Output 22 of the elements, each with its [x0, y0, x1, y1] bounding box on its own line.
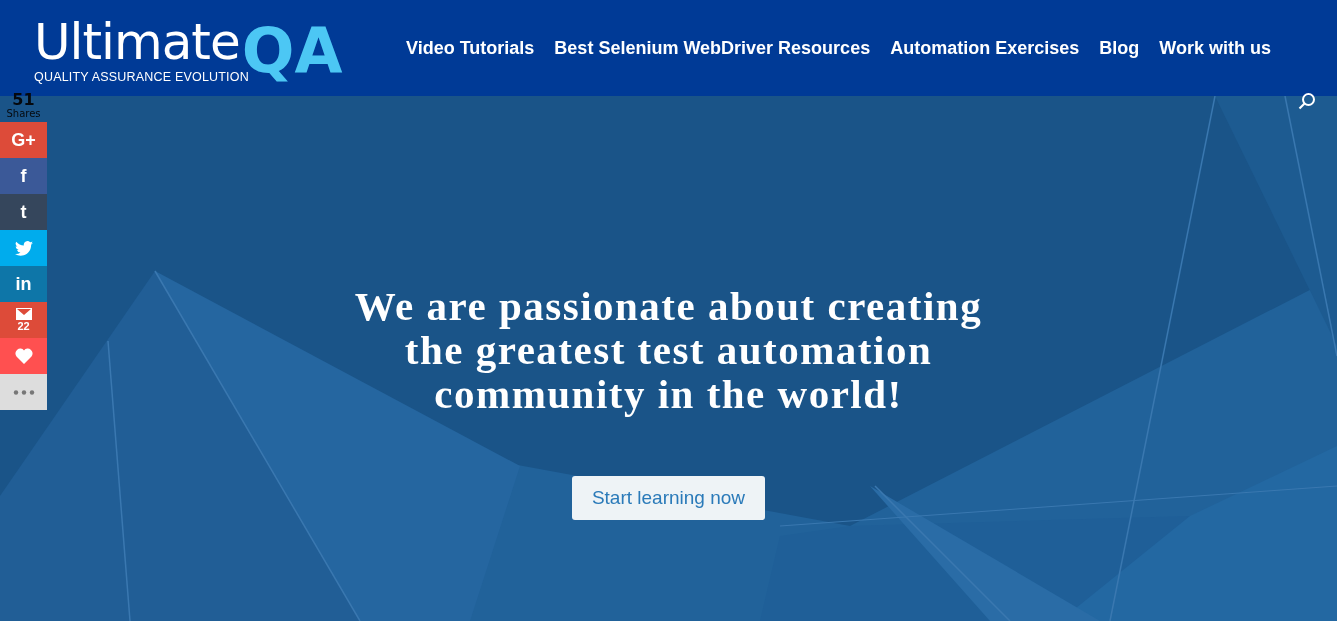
nav-link[interactable]: Automation Exercises	[890, 37, 1080, 59]
start-learning-button[interactable]: Start learning now	[571, 476, 766, 520]
nav-link[interactable]: Blog	[1099, 37, 1140, 59]
share-button[interactable]	[0, 338, 47, 374]
shares-label: Shares	[6, 108, 41, 119]
search-icon[interactable]	[1298, 92, 1316, 110]
share-button[interactable]: t	[0, 194, 47, 230]
hero-headline: We are passionate about creating the greatest test automation community in the world!	[353, 284, 984, 416]
share-button[interactable]: in	[0, 266, 47, 302]
bird-icon	[14, 240, 33, 256]
nav-link[interactable]: Video Tutorials	[406, 37, 535, 59]
share-count: 51	[12, 92, 35, 108]
share-button[interactable]: 22	[0, 302, 47, 338]
share-button[interactable]: f	[0, 158, 47, 194]
envelope-icon	[15, 308, 32, 320]
more-icon	[12, 389, 35, 395]
share-button[interactable]	[0, 230, 47, 266]
nav-link[interactable]: Work with us	[1159, 37, 1271, 59]
share-button[interactable]: G+	[0, 122, 47, 158]
share-button[interactable]	[0, 374, 47, 410]
nav-link[interactable]: Best Selenium WebDriver Resources	[554, 37, 871, 59]
heart-icon	[14, 348, 33, 364]
